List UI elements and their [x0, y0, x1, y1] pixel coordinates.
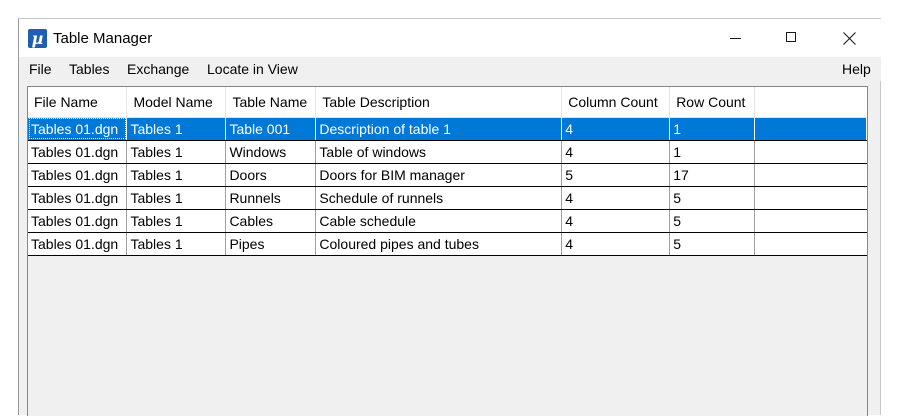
- cell-row-count[interactable]: 5: [669, 186, 756, 210]
- cell-row-count[interactable]: 5: [669, 209, 756, 233]
- microstation-icon[interactable]: µ: [28, 29, 47, 48]
- title-bar[interactable]: µ Table Manager: [19, 19, 881, 57]
- column-header-table-description[interactable]: Table Description: [315, 87, 563, 118]
- cell-table-description[interactable]: Coloured pipes and tubes: [315, 232, 563, 256]
- cell-table-name[interactable]: Table 001: [225, 117, 317, 141]
- cell-model-name[interactable]: Tables 1: [126, 186, 227, 210]
- column-header-model-name[interactable]: Model Name: [126, 87, 227, 118]
- cell-table-name[interactable]: Windows: [225, 140, 317, 164]
- minimize-button[interactable]: [713, 19, 759, 57]
- menu-bar: File Tables Exchange Locate in View Help: [19, 57, 881, 81]
- cell-column-count[interactable]: 4: [561, 117, 671, 141]
- table-row[interactable]: Tables 01.dgn Tables 1 Cables Cable sche…: [28, 209, 867, 233]
- column-header-filler: [754, 87, 867, 118]
- cell-model-name[interactable]: Tables 1: [126, 232, 227, 256]
- header-row: File Name Model Name Table Name Table De…: [28, 87, 867, 118]
- column-header-file-name[interactable]: File Name: [28, 87, 128, 118]
- cell-row-count[interactable]: 1: [669, 140, 756, 164]
- cell-filler: [754, 186, 867, 210]
- cell-file-name[interactable]: Tables 01.dgn: [28, 117, 128, 141]
- cell-column-count[interactable]: 4: [561, 209, 671, 233]
- cell-table-description[interactable]: Doors for BIM manager: [315, 163, 563, 187]
- menu-help[interactable]: Help: [840, 60, 873, 78]
- minimize-icon: [730, 38, 741, 39]
- tables-list-panel[interactable]: File Name Model Name Table Name Table De…: [27, 86, 868, 416]
- table-row[interactable]: Tables 01.dgn Tables 1 Pipes Coloured pi…: [28, 232, 867, 256]
- tables-grid: File Name Model Name Table Name Table De…: [28, 87, 867, 256]
- cell-file-name[interactable]: Tables 01.dgn: [28, 209, 128, 233]
- column-header-table-name[interactable]: Table Name: [225, 87, 317, 118]
- menu-file[interactable]: File: [27, 60, 54, 78]
- cell-file-name[interactable]: Tables 01.dgn: [28, 186, 128, 210]
- menu-tables[interactable]: Tables: [67, 60, 111, 78]
- window-title: Table Manager: [53, 30, 153, 47]
- cell-column-count[interactable]: 5: [561, 163, 671, 187]
- menu-locate-in-view[interactable]: Locate in View: [205, 60, 300, 78]
- cell-column-count[interactable]: 4: [561, 186, 671, 210]
- cell-filler: [754, 140, 867, 164]
- table-row[interactable]: Tables 01.dgn Tables 1 Doors Doors for B…: [28, 163, 867, 187]
- column-header-column-count[interactable]: Column Count: [561, 87, 671, 118]
- maximize-button[interactable]: [769, 19, 815, 57]
- table-row[interactable]: Tables 01.dgn Tables 1 Runnels Schedule …: [28, 186, 867, 210]
- cell-model-name[interactable]: Tables 1: [126, 163, 227, 187]
- cell-column-count[interactable]: 4: [561, 232, 671, 256]
- cell-table-name[interactable]: Pipes: [225, 232, 317, 256]
- maximize-icon: [786, 32, 796, 42]
- cell-filler: [754, 117, 867, 141]
- cell-table-description[interactable]: Schedule of runnels: [315, 186, 563, 210]
- cell-model-name[interactable]: Tables 1: [126, 209, 227, 233]
- table-row[interactable]: Tables 01.dgn Tables 1 Windows Table of …: [28, 140, 867, 164]
- cell-filler: [754, 209, 867, 233]
- close-button[interactable]: [827, 19, 873, 57]
- app-icon-glyph: µ: [31, 29, 44, 48]
- cell-table-description[interactable]: Table of windows: [315, 140, 563, 164]
- cell-row-count[interactable]: 17: [669, 163, 756, 187]
- menu-exchange[interactable]: Exchange: [125, 60, 191, 78]
- cell-column-count[interactable]: 4: [561, 140, 671, 164]
- cell-filler: [754, 232, 867, 256]
- cell-model-name[interactable]: Tables 1: [126, 140, 227, 164]
- cell-table-name[interactable]: Doors: [225, 163, 317, 187]
- cell-row-count[interactable]: 5: [669, 232, 756, 256]
- table-manager-window: µ Table Manager File Tables Exchange Loc…: [18, 18, 881, 416]
- cell-file-name[interactable]: Tables 01.dgn: [28, 232, 128, 256]
- cell-model-name[interactable]: Tables 1: [126, 117, 227, 141]
- cell-row-count[interactable]: 1: [669, 117, 756, 141]
- cell-filler: [754, 163, 867, 187]
- close-icon: [843, 32, 856, 45]
- cell-file-name[interactable]: Tables 01.dgn: [28, 163, 128, 187]
- cell-table-name[interactable]: Runnels: [225, 186, 317, 210]
- cell-table-description[interactable]: Cable schedule: [315, 209, 563, 233]
- cell-table-name[interactable]: Cables: [225, 209, 317, 233]
- cell-table-description[interactable]: Description of table 1: [315, 117, 563, 141]
- column-header-row-count[interactable]: Row Count: [669, 87, 756, 118]
- cell-file-name[interactable]: Tables 01.dgn: [28, 140, 128, 164]
- table-row[interactable]: Tables 01.dgn Tables 1 Table 001 Descrip…: [28, 117, 867, 141]
